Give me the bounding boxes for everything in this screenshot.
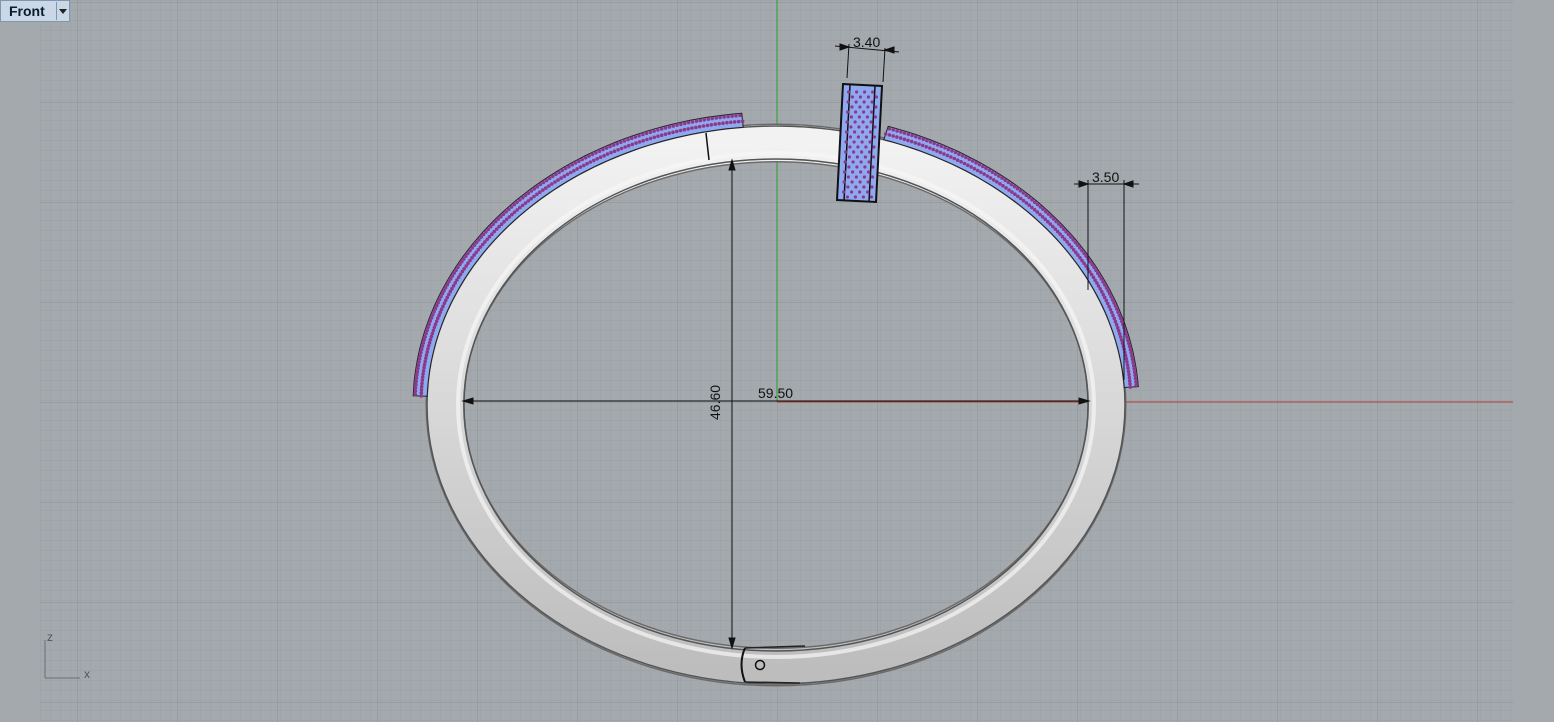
- axis-label-z: z: [47, 630, 53, 644]
- dimension-width-label: 59.50: [758, 385, 794, 401]
- axis-label-x: x: [84, 667, 90, 681]
- viewport-canvas[interactable]: [0, 0, 1554, 722]
- chevron-down-icon[interactable]: [56, 2, 69, 20]
- viewport-title[interactable]: Front: [1, 3, 56, 19]
- front-viewport[interactable]: 59.50 46.60 3.40 3.50 z x Front: [0, 0, 1554, 722]
- dimension-pave-thickness-label: 3.50: [1092, 169, 1120, 185]
- pave-bar[interactable]: [835, 82, 884, 204]
- dimension-band-width-label: 3.40: [853, 34, 881, 50]
- viewport-title-tab[interactable]: Front: [0, 0, 70, 22]
- dimension-height-label: 46.60: [707, 384, 723, 420]
